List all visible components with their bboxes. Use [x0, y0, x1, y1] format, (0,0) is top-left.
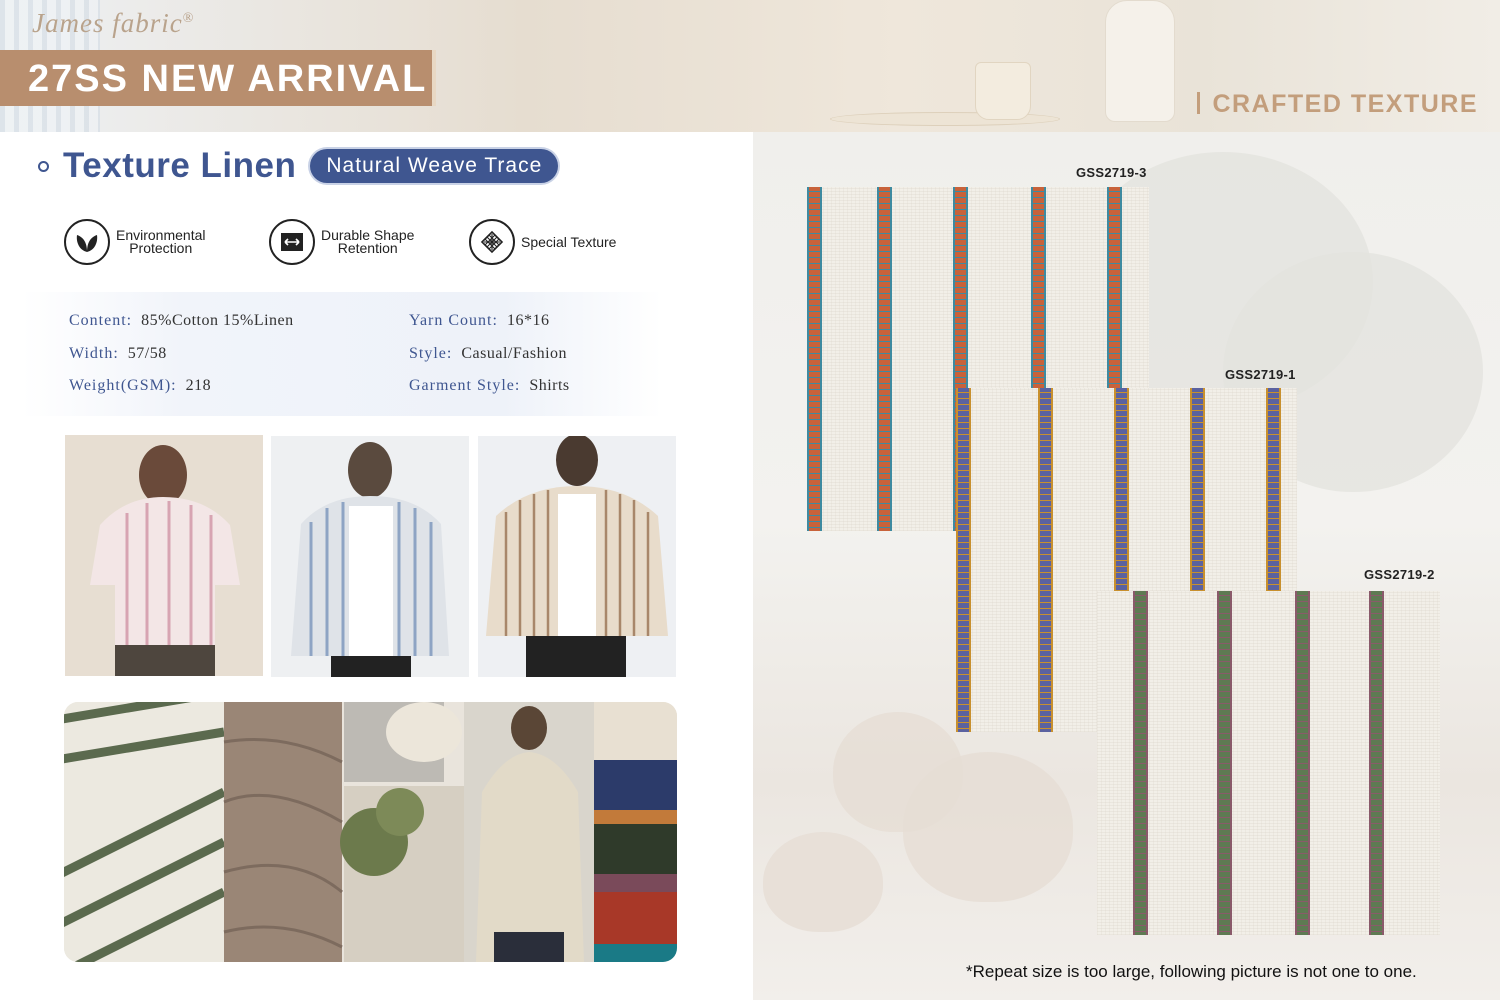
palette-color — [594, 944, 677, 962]
fabric-stripe — [1217, 591, 1232, 935]
fabric-stripe — [1295, 591, 1310, 935]
feature-durable-shape: Durable Shape Retention — [269, 218, 414, 266]
model-photo-2 — [271, 436, 469, 677]
brand-logo: James fabric® — [32, 8, 195, 38]
model-photo-1 — [65, 435, 263, 676]
spec-yarn-count: Yarn Count: 16*16 — [409, 312, 550, 329]
palette-color — [594, 760, 677, 810]
specs-panel: Content: 85%Cotton 15%Linen Yarn Count: … — [22, 292, 662, 416]
swatch-code-2: GSS2719-2 — [1364, 567, 1435, 582]
feature-list: Environmental Protection Durable Shape Ret… — [64, 218, 664, 268]
new-arrival-banner: 27SS NEW ARRIVAL — [0, 50, 436, 106]
leaf-icon — [64, 219, 110, 265]
model-photo-3 — [478, 436, 676, 677]
palette-color — [594, 810, 677, 824]
product-title-row: Texture Linen Natural Weave Trace — [38, 146, 559, 186]
feature-environmental: Environmental Protection — [64, 218, 206, 266]
product-title: Texture Linen — [63, 146, 297, 185]
swatch-code-3: GSS2719-3 — [1076, 165, 1147, 180]
cup-decoration — [975, 62, 1031, 120]
repeat-size-note: *Repeat size is too large, following pic… — [966, 962, 1417, 981]
swatch-code-1: GSS2719-1 — [1225, 367, 1296, 382]
fabric-swatch-gss2719-2[interactable] — [1097, 591, 1440, 935]
weave-icon — [469, 219, 515, 265]
mood-collage — [64, 702, 677, 962]
product-tag: Natural Weave Trace — [310, 149, 559, 183]
fabric-stripe — [1369, 591, 1384, 935]
fabric-stripe — [1133, 591, 1148, 935]
fabric-stripe — [877, 187, 892, 531]
spec-content: Content: 85%Cotton 15%Linen — [69, 312, 294, 329]
crafted-texture-label: CRAFTED TEXTURE — [1197, 90, 1478, 119]
bullet-icon — [38, 160, 49, 172]
palette-color — [594, 824, 677, 874]
header-banner: James fabric® 27SS NEW ARRIVAL CRAFTED T… — [0, 0, 1500, 132]
palette-color — [594, 892, 677, 944]
palette-color — [594, 874, 677, 892]
fabric-stripe — [1038, 388, 1053, 732]
palette-color — [594, 702, 677, 760]
fabric-stripe — [807, 187, 822, 531]
shirt-icon — [269, 219, 315, 265]
spec-garment-style: Garment Style: Shirts — [409, 377, 570, 394]
spec-weight: Weight(GSM): 218 — [69, 377, 212, 394]
spec-style: Style: Casual/Fashion — [409, 345, 568, 362]
bottle-decoration — [1105, 0, 1175, 122]
fabric-stripe — [956, 388, 971, 732]
feature-special-texture: Special Texture — [469, 218, 616, 266]
spec-width: Width: 57/58 — [69, 345, 167, 362]
